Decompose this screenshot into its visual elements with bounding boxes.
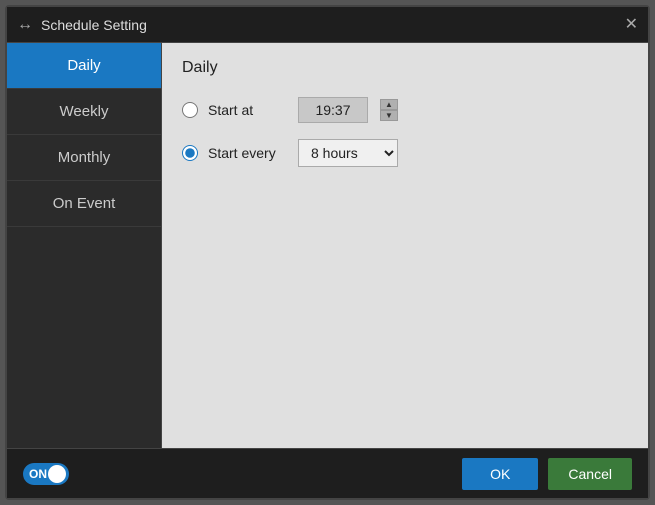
start-at-radio[interactable]: [182, 102, 198, 118]
title-bar: ↔ Schedule Setting ✕: [7, 7, 648, 43]
time-down-button[interactable]: ▼: [380, 110, 398, 121]
content-area: Daily Weekly Monthly On Event Daily Star…: [7, 43, 648, 448]
time-spinner: ▲ ▼: [380, 99, 398, 121]
sidebar-item-monthly[interactable]: Monthly: [7, 135, 161, 181]
cancel-button[interactable]: Cancel: [548, 458, 632, 490]
time-input[interactable]: [298, 97, 368, 123]
sidebar-item-on-event[interactable]: On Event: [7, 181, 161, 227]
panel-title: Daily: [182, 59, 628, 77]
sidebar: Daily Weekly Monthly On Event: [7, 43, 162, 448]
dialog-title: Schedule Setting: [41, 17, 625, 33]
time-up-button[interactable]: ▲: [380, 99, 398, 110]
start-every-row: Start every 1 hours 2 hours 4 hours 8 ho…: [182, 139, 628, 167]
schedule-dialog: ↔ Schedule Setting ✕ Daily Weekly Monthl…: [5, 5, 650, 500]
on-off-toggle[interactable]: ON: [23, 463, 69, 485]
sidebar-item-daily[interactable]: Daily: [7, 43, 161, 89]
start-at-label: Start at: [208, 102, 288, 118]
hours-select[interactable]: 1 hours 2 hours 4 hours 8 hours 12 hours…: [298, 139, 398, 167]
start-at-row: Start at ▲ ▼: [182, 97, 628, 123]
ok-button[interactable]: OK: [462, 458, 538, 490]
sidebar-item-weekly[interactable]: Weekly: [7, 89, 161, 135]
toggle-label: ON: [29, 467, 47, 481]
main-panel: Daily Start at ▲ ▼ Start every 1 hours 2…: [162, 43, 648, 448]
toggle-container[interactable]: ON: [23, 463, 69, 485]
bottom-bar: ON OK Cancel: [7, 448, 648, 498]
toggle-thumb: [48, 465, 66, 483]
close-button[interactable]: ✕: [625, 17, 638, 33]
start-every-radio[interactable]: [182, 145, 198, 161]
action-buttons: OK Cancel: [462, 458, 632, 490]
start-every-label: Start every: [208, 145, 288, 161]
dialog-icon: ↔: [17, 16, 33, 34]
